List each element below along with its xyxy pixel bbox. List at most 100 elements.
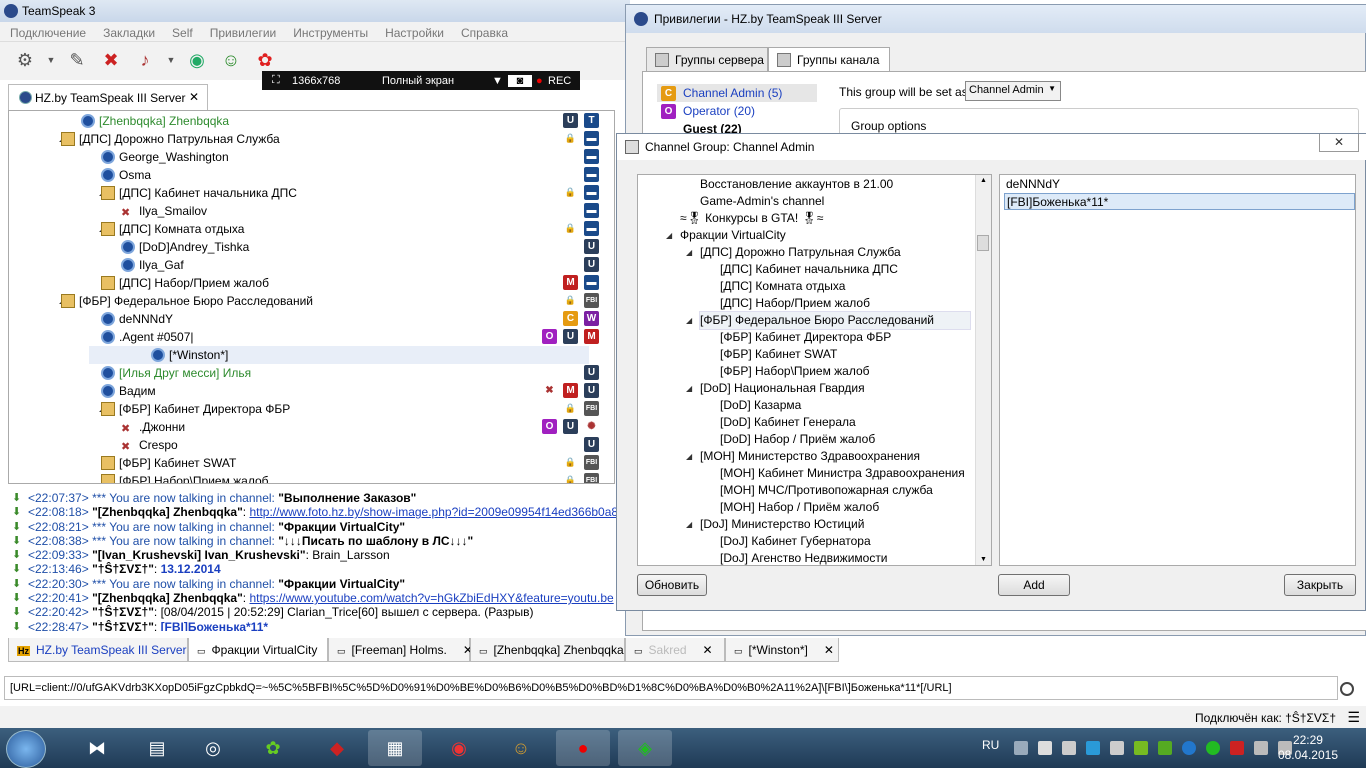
rec-mode[interactable]: Полный экран <box>382 75 492 87</box>
server-tab[interactable]: HZ.by TeamSpeak III Server ✕ <box>8 84 208 110</box>
tree-row[interactable]: ◢[ДПС] Комната отдыха▬🔒 <box>9 220 614 238</box>
group-item[interactable]: C Channel Admin (5) <box>657 84 817 102</box>
tree-row[interactable]: ✖ .Джонни ✺ U O <box>9 418 614 436</box>
rec-label[interactable]: REC <box>548 75 571 87</box>
dialog-channel-row[interactable]: [МОН] МЧС/Противопожарная служба <box>720 482 933 499</box>
expand-arrow-icon[interactable]: ◢ <box>686 312 692 329</box>
refresh-button[interactable]: Обновить <box>637 574 707 596</box>
tree-row[interactable]: ✖ Crespo U <box>9 436 614 454</box>
expand-arrow-icon[interactable]: ◢ <box>686 244 692 261</box>
dialog-channel-row[interactable]: [ФБР] Набор\Прием жалоб <box>720 363 870 380</box>
app-icon-notepad[interactable]: ▦ <box>368 730 422 766</box>
dialog-channel-row[interactable]: [МОН] Кабинет Министра Здравоохранения <box>720 465 965 482</box>
language-indicator[interactable]: RU <box>982 738 999 752</box>
chat-link[interactable]: http://www.foto.hz.by/show-image.php?id=… <box>249 505 616 519</box>
tray-icon-3[interactable] <box>1062 741 1076 755</box>
tray-steam-icon[interactable] <box>1014 741 1028 755</box>
app-icon-explorer[interactable]: ▤ <box>130 730 184 766</box>
chat-tab[interactable]: Hz HZ.by TeamSpeak III Server <box>8 638 188 662</box>
dialog-channel-row[interactable]: [DoD] Казарма <box>720 397 801 414</box>
dialog-channel-row[interactable]: [МОН] Набор / Приём жалоб <box>720 499 879 516</box>
group-item[interactable]: O Operator (20) <box>657 102 755 120</box>
expand-arrow-icon[interactable]: ◢ <box>686 448 692 465</box>
tree-row[interactable]: ◢[ФБР] Кабинет Директора ФБРFBI🔒 <box>9 400 614 418</box>
dialog-channel-row[interactable]: ◢ [ДПС] Дорожно Патрульная Служба <box>686 244 901 261</box>
tree-row[interactable]: .Agent #0507| M U O <box>9 328 614 346</box>
menu-item-6[interactable]: Справка <box>461 26 508 41</box>
tree-row[interactable]: [Zhenbqqka] Zhenbqqka T U <box>9 112 614 130</box>
tree-row[interactable]: [ДПС] Набор/Прием жалоб ▬ M <box>9 274 614 292</box>
dialog-channel-row[interactable]: ◢ [ФБР] Федеральное Бюро Расследований <box>686 311 971 330</box>
menu-item-5[interactable]: Настройки <box>385 26 444 41</box>
tab-channel-groups[interactable]: Группы канала <box>768 47 890 71</box>
chat-tab[interactable]: ▭[Zhenbqqka] Zhenbqqka✕ <box>470 638 650 662</box>
tree-row[interactable]: ◢[ДПС] Кабинет начальника ДПС▬🔒 <box>9 184 614 202</box>
tray-pdf-icon[interactable] <box>1230 741 1244 755</box>
emoticon-icon[interactable] <box>1340 682 1354 696</box>
start-button[interactable] <box>6 730 46 768</box>
dialog-channel-row[interactable]: [DoD] Набор / Приём жалоб <box>720 431 875 448</box>
dialog-channel-row[interactable]: [ДПС] Кабинет начальника ДПС <box>720 261 898 278</box>
expand-arrow-icon[interactable]: ◢ <box>666 227 672 244</box>
tree-row[interactable]: Osma ▬ <box>9 166 614 184</box>
tray-teamspeak-icon[interactable] <box>1182 741 1196 755</box>
tree-row[interactable]: deNNNdY W C <box>9 310 614 328</box>
close-icon[interactable]: ✕ <box>824 643 834 657</box>
tree-row[interactable]: Ilya_Gaf U <box>9 256 614 274</box>
user-list-item[interactable]: deNNNdY <box>1004 176 1355 193</box>
app-icon-vs[interactable]: ⧓ <box>70 730 124 766</box>
app-icon-qip[interactable]: ◈ <box>618 730 672 766</box>
dialog-channel-row[interactable]: ◢ Фракции VirtualCity <box>666 227 786 244</box>
expand-arrow-icon[interactable]: ◢ <box>686 380 692 397</box>
capture-icon[interactable]: ◉ <box>184 46 210 74</box>
chat-input[interactable]: [URL=client://0/ufGAKVdrb3KXopD05iFgzCpb… <box>4 676 1338 700</box>
mute-speakers-icon[interactable]: ♪ <box>132 46 158 74</box>
tree-row[interactable]: [*Winston*]U <box>89 346 589 364</box>
camera-icon[interactable]: ◙ <box>508 74 532 87</box>
tree-row[interactable]: ◢[ДПС] Дорожно Патрульная Служба▬🔒 <box>9 130 614 148</box>
menu-item-4[interactable]: Инструменты <box>293 26 368 41</box>
tray-icon-5[interactable] <box>1110 741 1124 755</box>
tray-icon-2[interactable] <box>1038 741 1052 755</box>
record-icon[interactable]: ● <box>536 75 548 87</box>
set-as-select[interactable]: Channel Admin ▼ <box>965 81 1061 101</box>
connect-icon[interactable]: ⚙ <box>12 46 38 74</box>
app-icon-samp[interactable]: ☺ <box>494 730 548 766</box>
dialog-channel-row[interactable]: [DoJ] Агенство Недвижимости <box>720 550 888 565</box>
app-icon-dota[interactable]: ◆ <box>310 730 364 766</box>
expand-arrow-icon[interactable]: ◢ <box>686 516 692 533</box>
dialog-channel-row[interactable]: [ДПС] Комната отдыха <box>720 278 845 295</box>
chat-tab[interactable]: ▭ [Freeman] Holms. ✕ <box>328 638 473 662</box>
dropdown-arrow-icon-2[interactable]: ▼ <box>166 46 176 74</box>
disconnect-icon[interactable]: ✖ <box>98 46 124 74</box>
bookmark-icon[interactable]: ✎ <box>64 46 90 74</box>
tree-row[interactable]: George_Washington ▬ <box>9 148 614 166</box>
chat-tab[interactable]: ▭ [*Winston*] ✕ <box>725 638 839 662</box>
tree-row[interactable]: [Илья Друг месси] Илья U <box>9 364 614 382</box>
scroll-up-icon[interactable]: ▲ <box>980 177 987 184</box>
dialog-channel-row[interactable]: [ФБР] Кабинет SWAT <box>720 346 837 363</box>
tree-row[interactable]: [DoD]Andrey_Tishka U <box>9 238 614 256</box>
close-icon[interactable]: ✕ <box>189 90 199 104</box>
dialog-channel-row[interactable]: ◢ [DoJ] Министерство Юстиций <box>686 516 864 533</box>
clock[interactable]: 22:29 08.04.2015 <box>1278 733 1338 763</box>
dropdown-arrow-icon[interactable]: ▼ <box>46 46 56 74</box>
dialog-channel-row[interactable]: [ДПС] Набор/Прием жалоб <box>720 295 870 312</box>
dialog-channel-row[interactable]: [ФБР] Кабинет Директора ФБР <box>720 329 891 346</box>
tray-network-icon[interactable] <box>1254 741 1268 755</box>
away-icon[interactable]: ☺ <box>218 46 244 74</box>
dialog-channel-row[interactable]: ◢ [МОН] Министерство Здравоохранения <box>686 448 920 465</box>
tray-icon-7[interactable] <box>1158 741 1172 755</box>
menu-item-0[interactable]: Подключение <box>10 26 86 41</box>
dialog-channel-row[interactable]: [DoD] Кабинет Генерала <box>720 414 856 431</box>
chat-link[interactable]: https://www.youtube.com/watch?v=hGkZbiEd… <box>249 591 613 605</box>
tree-row[interactable]: Вадим U M ✖ <box>9 382 614 400</box>
scrollbar[interactable]: ▲ ▼ <box>975 175 991 565</box>
app-icon-chrome[interactable]: ◉ <box>432 730 486 766</box>
dialog-channel-row[interactable]: ≈🎖 Конкурсы в GTA! 🎖≈ <box>680 210 823 227</box>
app-icon-steam[interactable]: ◎ <box>186 730 240 766</box>
close-icon[interactable]: ✕ <box>703 643 713 657</box>
user-list-item[interactable]: [FBI]Боженька*11* <box>1004 193 1355 210</box>
dialog-channel-row[interactable]: ◢ [DoD] Национальная Гвардия <box>686 380 865 397</box>
tray-icon-4[interactable] <box>1086 741 1100 755</box>
